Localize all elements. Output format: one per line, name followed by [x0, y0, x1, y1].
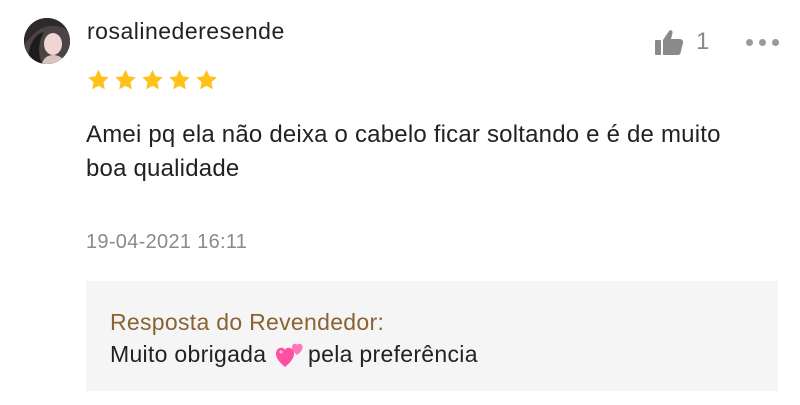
- seller-reply-text-start: Muito obrigada: [110, 340, 274, 367]
- username[interactable]: rosalinederesende: [87, 18, 285, 45]
- like-button[interactable]: 1: [654, 28, 709, 56]
- star-icon: [196, 69, 217, 90]
- seller-reply-text: Muito obrigada pela preferência: [110, 340, 478, 368]
- star-icon: [142, 69, 163, 90]
- seller-reply-text-end: pela preferência: [308, 340, 478, 367]
- review-timestamp: 19-04-2021 16:11: [86, 231, 248, 253]
- star-rating: [86, 68, 219, 92]
- more-options-icon[interactable]: [746, 36, 782, 48]
- star-icon: [115, 69, 136, 90]
- seller-reply-title: Resposta do Revendedor:: [110, 309, 385, 335]
- seller-reply: Resposta do Revendedor: Muito obrigada p…: [86, 281, 778, 391]
- like-count: 1: [696, 28, 710, 55]
- star-icon: [88, 69, 109, 90]
- review-comment: Amei pq ela não deixa o cabelo ficar sol…: [86, 121, 721, 182]
- thumbs-up-icon: [655, 30, 684, 55]
- star-icon: [169, 69, 190, 90]
- user-avatar[interactable]: [24, 18, 70, 64]
- review-card: rosalinederesende 1 Amei pq ela não deix…: [0, 0, 800, 405]
- two-hearts-emoji: [276, 343, 303, 367]
